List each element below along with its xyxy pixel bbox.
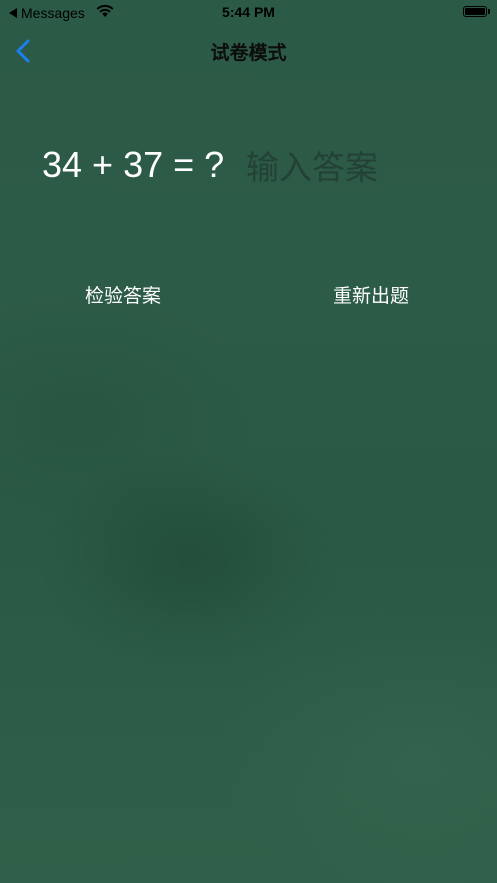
check-answer-button[interactable]: 检验答案 (85, 281, 161, 308)
navigation-bar: 试卷模式 (0, 26, 497, 76)
new-question-button[interactable]: 重新出题 (333, 281, 409, 308)
battery-icon (463, 6, 487, 17)
status-bar: Messages 5:44 PM (0, 0, 497, 26)
answer-input[interactable] (246, 144, 446, 190)
battery-cap (488, 9, 490, 14)
status-time: 5:44 PM (222, 4, 275, 20)
page-title: 试卷模式 (210, 42, 287, 64)
question-text: 34 + 37 = ? (42, 144, 225, 185)
